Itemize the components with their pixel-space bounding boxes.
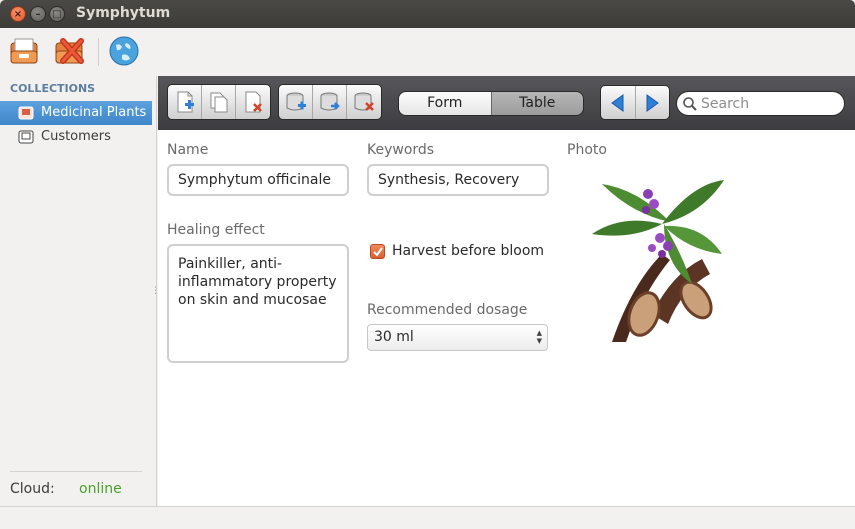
add-field-icon (286, 92, 306, 111)
photo-label: Photo (567, 142, 607, 158)
record-navigation (600, 85, 670, 120)
cloud-sync-icon (109, 36, 139, 66)
sidebar-item-label: Customers (41, 129, 111, 144)
name-label: Name (167, 142, 209, 158)
delete-record-icon (245, 91, 262, 113)
collections-header: COLLECTIONS (10, 82, 96, 95)
delete-collection-button[interactable] (53, 35, 85, 67)
status-bar (0, 506, 855, 529)
dosage-value: 30 ml (374, 329, 414, 345)
maximize-window-button[interactable]: □ (49, 6, 65, 22)
duplicate-record-icon (210, 92, 227, 113)
arrow-right-icon (646, 93, 660, 112)
field-button-group (278, 84, 382, 120)
title-bar: × – □ Symphytum (0, 0, 855, 28)
close-window-button[interactable]: × (10, 6, 26, 22)
keywords-field[interactable] (367, 164, 549, 196)
cloud-status: online (79, 481, 122, 497)
view-mode-switch: Form Table (398, 91, 584, 116)
move-field-icon (320, 92, 340, 111)
tab-table[interactable]: Table (490, 92, 583, 115)
healing-effect-label: Healing effect (167, 222, 265, 238)
delete-field-icon (354, 92, 374, 111)
delete-field-button[interactable] (347, 85, 381, 119)
search-icon (683, 97, 697, 111)
delete-collection-icon (55, 38, 84, 64)
sidebar: COLLECTIONS Medicinal Plants Customers ⋮… (0, 76, 160, 506)
new-collection-icon (10, 38, 38, 64)
search-box (676, 91, 845, 116)
collection-icon (18, 106, 34, 120)
healing-effect-field[interactable]: Painkiller, anti-inflammatory property o… (167, 244, 349, 363)
harvest-label: Harvest before bloom (392, 243, 545, 259)
sidebar-item-label: Medicinal Plants (41, 105, 147, 120)
record-form: Name Keywords Photo Healing effect Paink… (158, 130, 855, 506)
main-toolbar (0, 28, 855, 76)
comfrey-photo-image (592, 180, 724, 342)
cloud-label: Cloud: (10, 481, 55, 497)
new-record-icon (177, 91, 194, 113)
previous-record-button[interactable] (601, 86, 636, 119)
minimize-window-button[interactable]: – (30, 6, 46, 22)
harvest-checkbox[interactable] (370, 244, 385, 259)
sidebar-item-customers[interactable]: Customers (0, 125, 152, 149)
delete-record-button[interactable] (236, 85, 270, 119)
duplicate-record-button[interactable] (202, 85, 236, 119)
check-icon (373, 247, 383, 257)
new-record-button[interactable] (168, 85, 202, 119)
toolbar-separator (98, 38, 99, 66)
new-collection-button[interactable] (8, 35, 40, 67)
keywords-label: Keywords (367, 142, 435, 158)
record-toolbar: Form Table (158, 76, 855, 130)
record-button-group (167, 84, 271, 120)
arrow-left-icon (610, 93, 624, 112)
move-field-button[interactable] (313, 85, 347, 119)
name-field[interactable] (167, 164, 349, 196)
sidebar-divider (10, 471, 142, 472)
dosage-label: Recommended dosage (367, 302, 528, 318)
cloud-sync-button[interactable] (108, 35, 140, 67)
tab-form[interactable]: Form (399, 92, 491, 115)
sidebar-item-medicinal-plants[interactable]: Medicinal Plants (0, 101, 152, 125)
collection-icon (18, 130, 34, 144)
plant-photo[interactable] (592, 164, 724, 342)
spin-arrows-icon[interactable]: ▲ ▼ (537, 329, 542, 345)
search-input[interactable] (701, 95, 839, 113)
add-field-button[interactable] (279, 85, 313, 119)
window-title: Symphytum (76, 5, 171, 21)
dosage-spinbox[interactable]: 30 ml ▲ ▼ (367, 324, 548, 351)
next-record-button[interactable] (636, 86, 670, 119)
